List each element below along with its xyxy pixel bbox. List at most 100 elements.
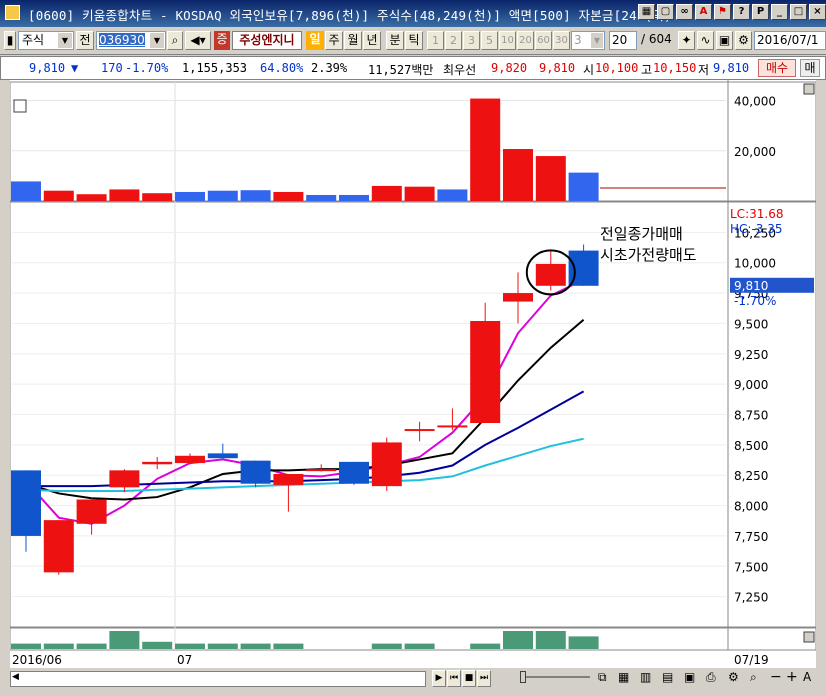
volume-bar — [470, 98, 501, 201]
turnover-rate: 2.39% — [311, 61, 348, 75]
lock-icon[interactable]: ▮ — [4, 31, 16, 50]
sell-button[interactable]: 매 — [800, 59, 820, 77]
tab-year[interactable]: 년 — [363, 31, 381, 50]
candle-body — [76, 499, 107, 524]
save-icon[interactable]: ▣ — [684, 670, 695, 684]
chart-canvas[interactable]: 40,00020,00010,25010,0009,7509,5009,2509… — [9, 80, 817, 668]
price-tick-label: 7,750 — [734, 530, 768, 544]
period-3[interactable]: 3 — [463, 31, 480, 50]
market-select[interactable]: 주식 ▼ — [18, 31, 74, 50]
chevron-down-icon[interactable]: ▼ — [150, 33, 164, 48]
tool-icon[interactable]: ⚑ — [714, 4, 731, 20]
alert-icon[interactable]: A — [695, 4, 712, 20]
tab-day[interactable]: 일 — [306, 31, 324, 50]
trade-amount: 11,527백만 — [368, 63, 434, 77]
indicator-bar — [142, 641, 173, 649]
tab-minute[interactable]: 분 — [386, 31, 404, 50]
tab-week[interactable]: 주 — [325, 31, 343, 50]
price-tick-label: 8,500 — [734, 439, 768, 453]
indicator-bar — [470, 643, 501, 649]
period-60[interactable]: 60 — [535, 31, 552, 50]
price-tick-label: 7,250 — [734, 591, 768, 605]
chart-area[interactable]: 40,000 20,000 10,250 10,000 9,750 9,500 9,250 9… — [0, 80, 826, 668]
custom-period-select[interactable]: 3 ▼ — [571, 31, 605, 50]
buy-button[interactable]: 매수 — [758, 59, 796, 77]
volume-bar — [175, 191, 205, 201]
chevron-down-icon[interactable]: ▼ — [591, 33, 603, 48]
print-icon[interactable]: P — [752, 4, 769, 20]
candle-body — [371, 442, 402, 487]
zoom-in-icon[interactable]: + — [786, 669, 798, 685]
chart-icon[interactable]: ▥ — [640, 670, 651, 684]
best-quote-label: 최우선 — [443, 63, 477, 77]
period-2[interactable]: 2 — [445, 31, 462, 50]
zoom-label[interactable]: A — [803, 670, 811, 684]
last-icon[interactable]: ⏭ — [477, 670, 491, 687]
stock-code-input[interactable]: 036930 ▼ — [96, 31, 166, 50]
annotation-line-2: 시초가전량매도 — [600, 246, 697, 264]
candle-body — [273, 474, 304, 485]
gear-icon[interactable]: ⚙ — [735, 31, 752, 50]
period-10[interactable]: 10 — [499, 31, 516, 50]
price-tick-label: 9,250 — [734, 348, 768, 362]
date-input[interactable]: 2016/07/1 — [754, 31, 826, 50]
zoom-slider-handle[interactable] — [520, 671, 526, 683]
volume-bar — [240, 190, 271, 201]
period-20[interactable]: 20 — [517, 31, 534, 50]
period-30[interactable]: 30 — [553, 31, 570, 50]
layout-icon[interactable]: ▦ — [638, 4, 655, 20]
current-pct-label: -1.70% — [734, 294, 776, 308]
sector-badge[interactable]: 증 — [214, 31, 230, 50]
stop-icon[interactable]: ■ — [462, 670, 476, 687]
price-change: 170 — [101, 61, 123, 75]
image-icon[interactable]: ▣ — [716, 31, 733, 50]
period-5[interactable]: 5 — [481, 31, 498, 50]
count-input[interactable]: 20 — [609, 31, 637, 50]
chevron-down-icon[interactable]: ▼ — [58, 33, 72, 48]
minimize-icon[interactable]: _ — [771, 4, 788, 20]
layout-grid-icon[interactable]: ▦ — [618, 670, 629, 684]
scroll-left-icon[interactable]: ◀ — [12, 672, 19, 682]
zoom-out-icon[interactable]: − — [770, 669, 782, 685]
candle-body — [503, 293, 533, 302]
copy-icon[interactable]: ⧉ — [598, 670, 607, 685]
help-icon[interactable]: ? — [733, 4, 750, 20]
volume: 1,155,353 — [182, 61, 248, 75]
price-tick-label: 8,250 — [734, 469, 768, 483]
playback-controls: ▶ ⏮ ■ ⏭ — [432, 670, 491, 687]
candle-body — [207, 453, 238, 459]
candle-body — [240, 460, 271, 484]
open-price: 10,100 — [595, 61, 639, 75]
search-icon[interactable]: ⌕ — [167, 31, 183, 50]
first-icon[interactable]: ⏮ — [447, 670, 461, 687]
tab-month[interactable]: 월 — [344, 31, 362, 50]
volume-bar — [503, 149, 533, 201]
link-icon[interactable]: ∞ — [676, 4, 693, 20]
best-bid: 9,810 — [539, 61, 576, 75]
settings-icon[interactable]: ⚙ — [728, 670, 739, 684]
high-label: 고 — [641, 63, 653, 77]
window-icon[interactable]: ▢ — [657, 4, 674, 20]
all-button[interactable]: 전 — [76, 31, 94, 50]
zoom-search-icon[interactable]: ⌕ — [750, 670, 757, 685]
pin-icon[interactable]: ✦ — [678, 31, 695, 50]
maximize-icon[interactable]: □ — [790, 4, 807, 20]
x-axis-label-start: 2016/06 — [12, 653, 62, 667]
zoom-slider[interactable] — [520, 671, 590, 683]
tab-tick[interactable]: 틱 — [405, 31, 423, 50]
total-count: / 604 — [641, 32, 672, 46]
print-icon[interactable]: ⎙ — [706, 670, 716, 685]
period-1[interactable]: 1 — [427, 31, 444, 50]
close-icon[interactable]: × — [809, 4, 826, 20]
volume-bar — [207, 190, 238, 201]
speaker-icon[interactable]: ◀▾ — [185, 31, 211, 50]
volume-panel — [9, 81, 817, 202]
open-label: 시 — [583, 63, 595, 77]
volume-bar — [339, 194, 369, 201]
horizontal-scrollbar[interactable]: ◀ — [10, 671, 426, 687]
scroll-right-icon[interactable]: ▶ — [432, 670, 446, 687]
panel-icon[interactable]: ▤ — [662, 670, 673, 684]
market-select-value: 주식 — [22, 33, 45, 47]
chart-toolbar: ▮ 주식 ▼ 전 036930 ▼ ⌕ ◀▾ 증 주성엔지니 일 주 월 년 분… — [0, 27, 826, 55]
trend-icon[interactable]: ∿ — [697, 31, 714, 50]
